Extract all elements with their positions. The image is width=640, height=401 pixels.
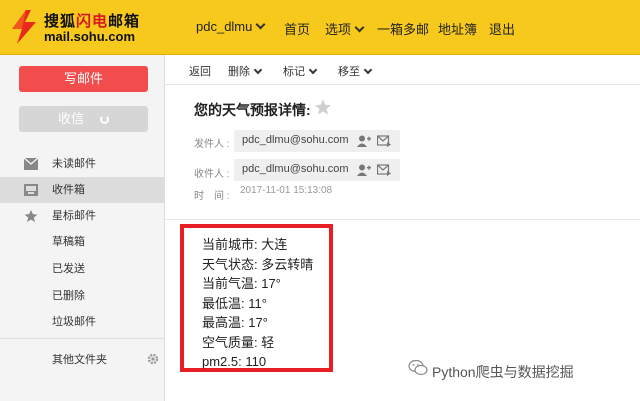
sidebar-item-spam[interactable]: 垃圾邮件 <box>0 309 164 335</box>
user-menu[interactable]: pdc_dlmu <box>196 19 266 34</box>
mail-header: 您的天气预报详情: 发件人 : pdc_dlmu@sohu.com 收件人 : … <box>165 86 640 220</box>
add-contact-icon[interactable] <box>357 164 371 176</box>
time-label: 时 间 : <box>194 191 230 202</box>
sidebar-item-drafts[interactable]: 草稿箱 <box>0 229 164 255</box>
logo-text-en: mail.sohu.com <box>44 29 136 44</box>
weather-line-condition: 天气状态: 多云转晴 <box>202 256 314 272</box>
compose-button[interactable]: 写邮件 <box>19 66 148 92</box>
lightning-logo-icon <box>12 10 36 44</box>
envelope-icon <box>24 158 38 170</box>
sidebar-item-sent[interactable]: 已发送 <box>0 256 164 282</box>
wechat-icon <box>408 359 428 376</box>
delete-button[interactable]: 删除 <box>228 63 263 79</box>
sidebar-item-label: 其他文件夹 <box>52 354 107 366</box>
star-icon <box>24 210 38 222</box>
nav-multi-mailbox[interactable]: 一箱多邮 <box>377 19 429 38</box>
send-mail-icon[interactable] <box>377 164 391 176</box>
mark-button[interactable]: 标记 <box>283 63 318 79</box>
to-label: 收件人 : <box>194 169 230 180</box>
sidebar-item-other-folders[interactable]: 其他文件夹 <box>0 347 164 373</box>
chevron-down-icon <box>253 65 263 75</box>
mail-body: 当前城市: 大连 天气状态: 多云转晴 当前气温: 17° 最低温: 11° 最… <box>165 221 640 401</box>
gear-icon[interactable] <box>147 353 159 365</box>
nav-address-book[interactable]: 地址簿 <box>438 19 477 38</box>
nav-logout[interactable]: 退出 <box>489 19 515 38</box>
top-bar: 搜狐闪电邮箱 mail.sohu.com pdc_dlmu 首页 选项 一箱多邮… <box>0 0 640 55</box>
nav-home[interactable]: 首页 <box>284 19 310 38</box>
receive-button[interactable]: 收信 <box>19 106 148 132</box>
mail-toolbar: 返回 删除 标记 移至 <box>165 55 640 85</box>
sidebar-item-inbox[interactable]: 收件箱 <box>0 177 164 203</box>
nav-options-label: 选项 <box>325 22 352 37</box>
weather-line-pm25: pm2.5: 110 <box>202 354 267 369</box>
inbox-icon <box>24 184 38 196</box>
sidebar-item-label: 未读邮件 <box>52 158 96 170</box>
sidebar-item-starred[interactable]: 星标邮件 <box>0 203 164 229</box>
time-value: 2017-11-01 15:13:08 <box>240 185 333 196</box>
sidebar-item-label: 已发送 <box>52 263 85 275</box>
send-mail-icon[interactable] <box>377 135 391 147</box>
to-address-text: pdc_dlmu@sohu.com <box>242 163 349 175</box>
from-address-text: pdc_dlmu@sohu.com <box>242 134 349 146</box>
sidebar-item-deleted[interactable]: 已删除 <box>0 283 164 309</box>
sidebar-item-label: 星标邮件 <box>52 210 96 222</box>
sidebar-item-label: 收件箱 <box>52 184 85 196</box>
sidebar-item-label: 垃圾邮件 <box>52 316 96 328</box>
from-label: 发件人 : <box>194 139 230 150</box>
weather-line-high-temp: 最高温: 17° <box>202 315 268 330</box>
sohu-mail-logo[interactable]: 搜狐闪电邮箱 mail.sohu.com <box>8 8 148 48</box>
back-button[interactable]: 返回 <box>189 63 211 79</box>
mail-subject: 您的天气预报详情: <box>194 102 311 118</box>
weather-line-current-temp: 当前气温: 17° <box>202 276 281 291</box>
weather-line-city: 当前城市: 大连 <box>202 237 288 252</box>
chevron-down-icon <box>363 65 373 75</box>
sidebar-divider <box>0 338 164 339</box>
from-address[interactable]: pdc_dlmu@sohu.com <box>234 130 400 152</box>
receive-label: 收信 <box>57 111 84 126</box>
mark-label: 标记 <box>283 66 305 78</box>
chevron-down-icon <box>255 19 266 30</box>
refresh-icon <box>100 115 109 124</box>
sidebar-item-unread[interactable]: 未读邮件 <box>0 151 164 177</box>
weather-line-low-temp: 最低温: 11° <box>202 295 267 311</box>
delete-label: 删除 <box>228 66 250 78</box>
move-button[interactable]: 移至 <box>338 63 373 79</box>
chevron-down-icon <box>308 65 318 75</box>
weather-report-box: 当前城市: 大连 天气状态: 多云转晴 当前气温: 17° 最低温: 11° 最… <box>180 224 333 372</box>
move-label: 移至 <box>338 66 360 78</box>
watermark-text: Python爬虫与数据挖掘 <box>432 364 574 380</box>
weather-line-air-quality: 空气质量: 轻 <box>202 334 275 350</box>
sidebar: 写邮件 收信 未读邮件 收件箱 星标邮件 草稿箱 已发送 已删除 垃圾邮件 其他… <box>0 55 165 401</box>
user-name: pdc_dlmu <box>196 19 253 34</box>
chevron-down-icon <box>354 22 365 33</box>
to-address[interactable]: pdc_dlmu@sohu.com <box>234 159 400 181</box>
nav-options[interactable]: 选项 <box>325 19 365 38</box>
logo-text-cn: 搜狐闪电邮箱 <box>44 13 141 30</box>
sidebar-item-label: 草稿箱 <box>52 236 85 248</box>
star-icon[interactable] <box>315 99 331 115</box>
add-contact-icon[interactable] <box>357 135 371 147</box>
sidebar-item-label: 已删除 <box>52 290 85 302</box>
